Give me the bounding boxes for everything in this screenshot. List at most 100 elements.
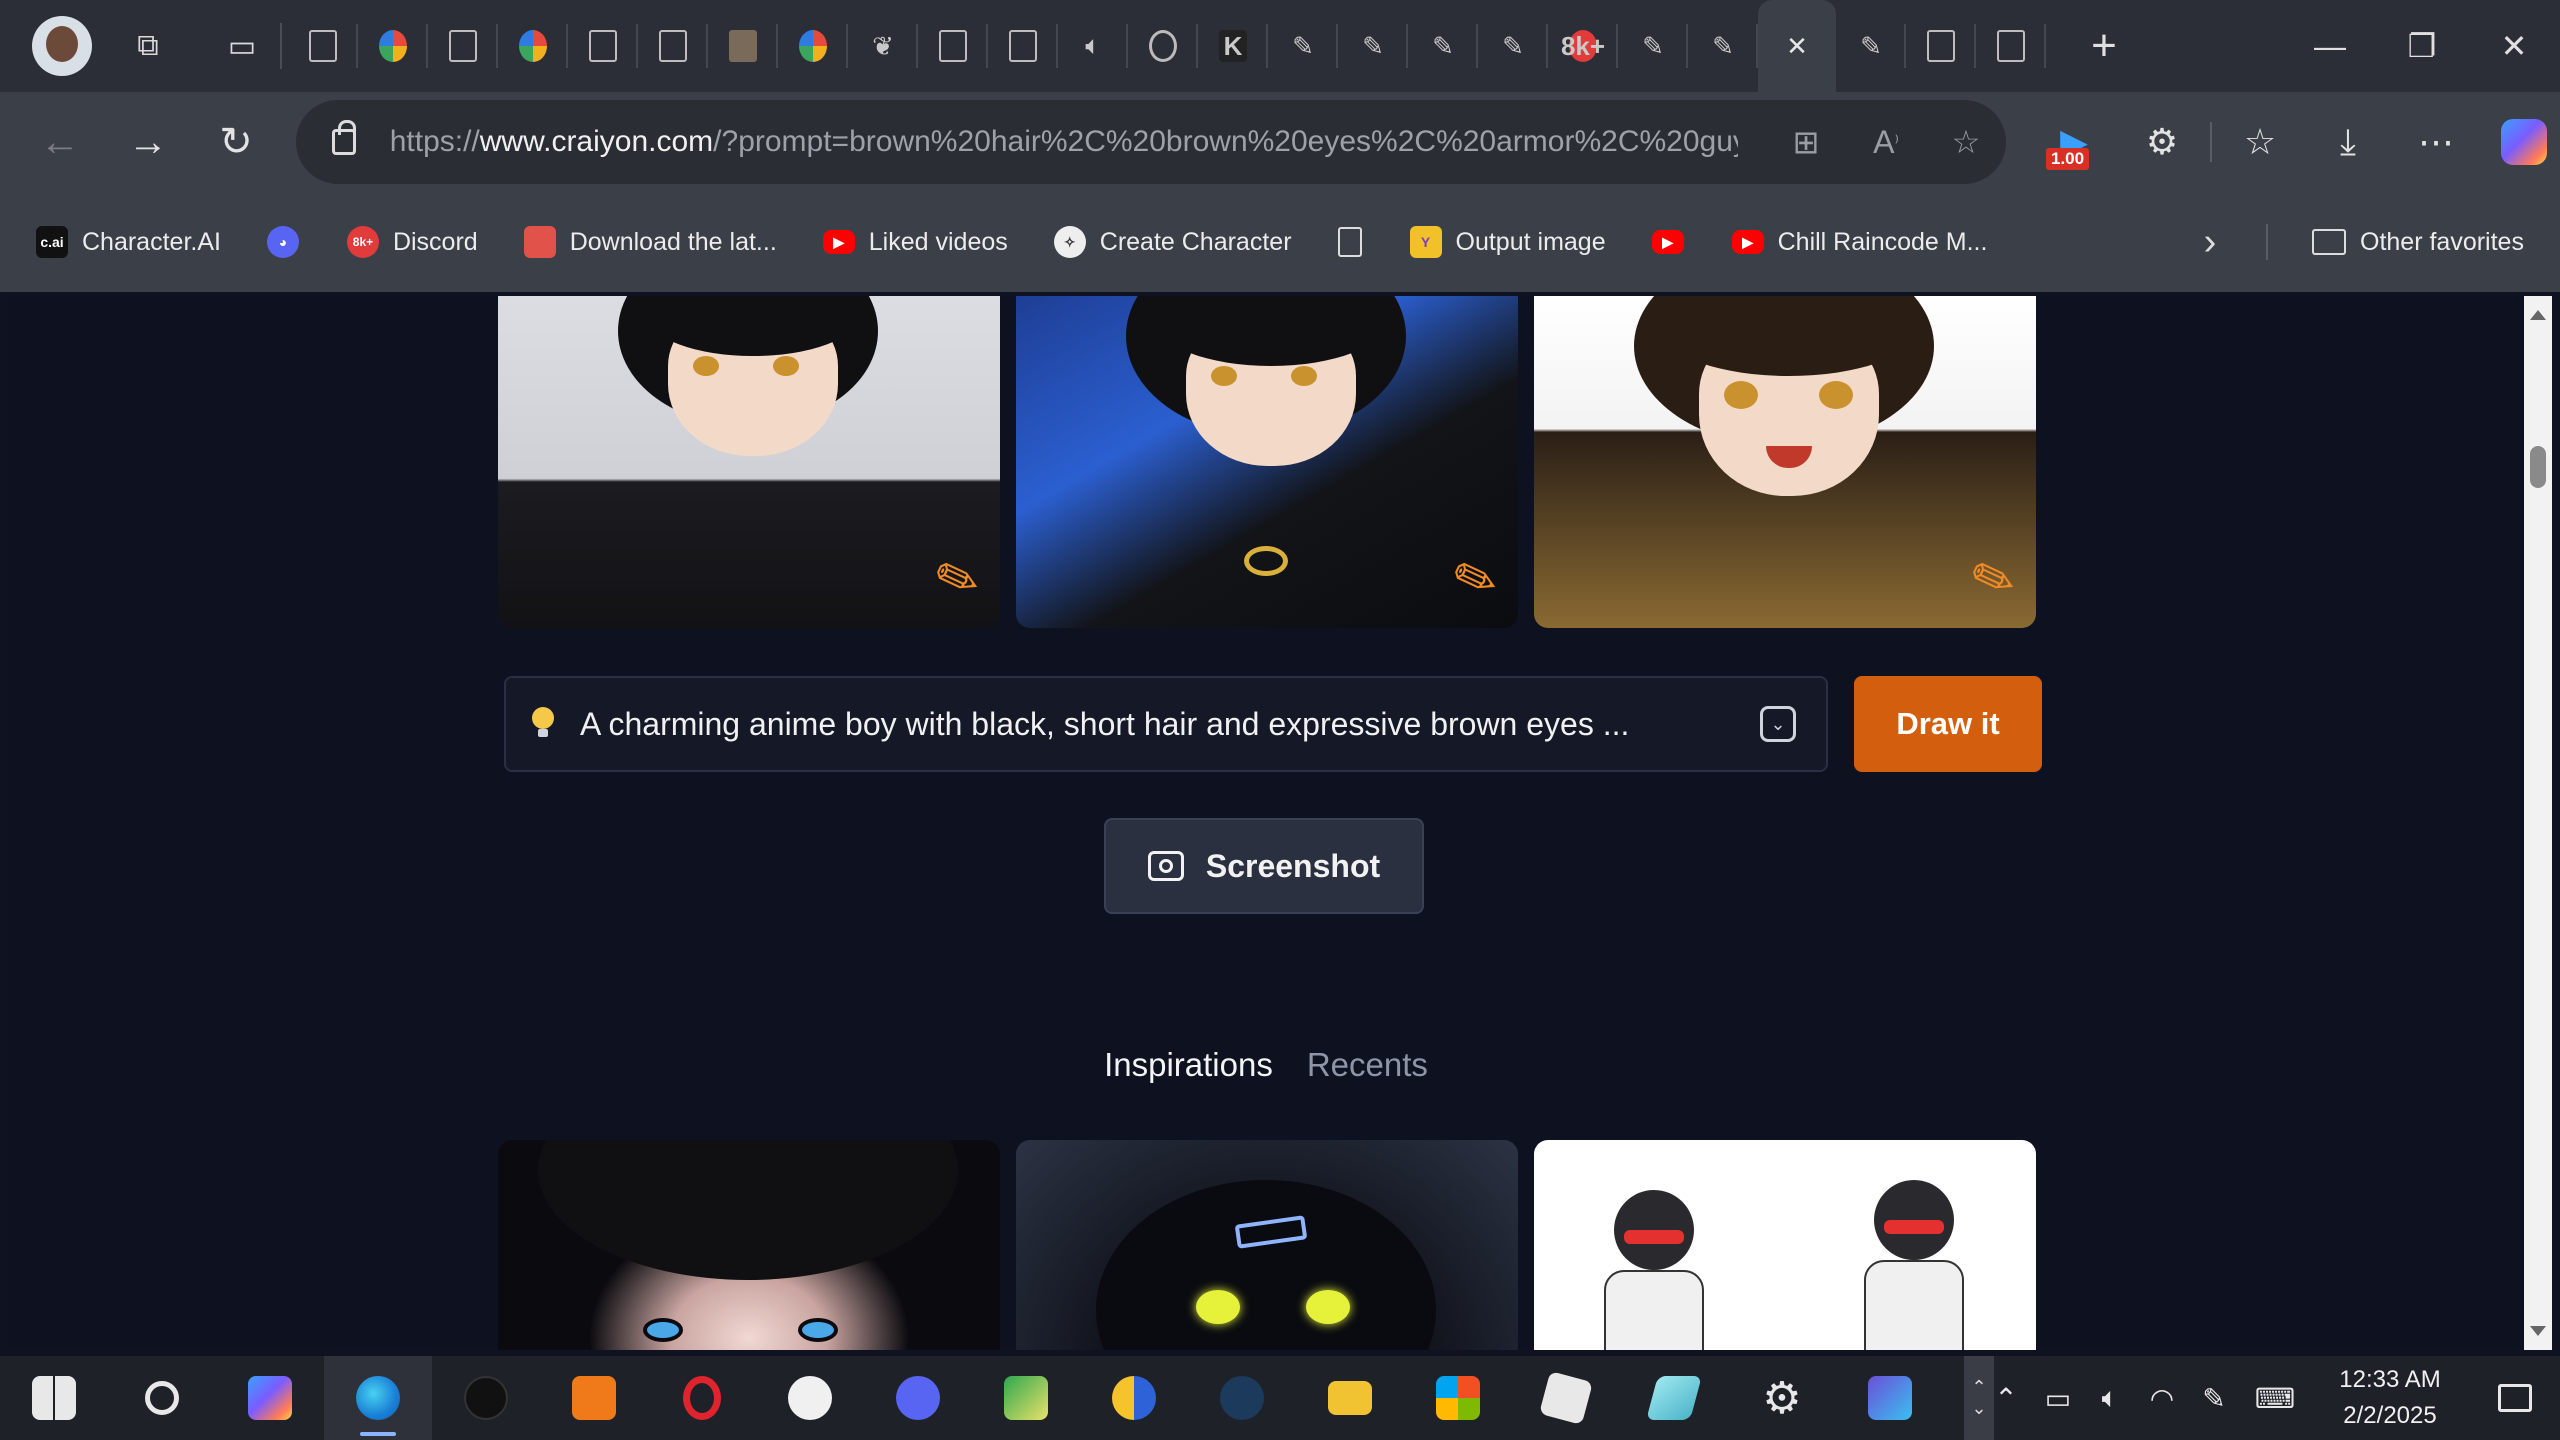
notifications-button[interactable]	[2470, 1356, 2560, 1440]
taskbar-app-glass[interactable]	[1620, 1356, 1728, 1440]
extension-speed-icon[interactable]: ▶ 1.00	[2030, 98, 2118, 186]
bookmark-item[interactable]: ▶	[1651, 212, 1698, 272]
browser-tab[interactable]	[778, 0, 848, 92]
profile-avatar[interactable]	[32, 16, 92, 76]
browser-tab[interactable]	[498, 0, 568, 92]
draw-it-button[interactable]: Draw it	[1854, 676, 2042, 772]
edit-pencil-icon[interactable]: ✎	[1963, 544, 2025, 615]
tab-recents[interactable]: Recents	[1307, 1046, 1428, 1084]
inspiration-image-3[interactable]	[1534, 1140, 2036, 1350]
browser-tab[interactable]: ✎	[1268, 0, 1338, 92]
restore-button[interactable]: ❐	[2376, 0, 2468, 92]
browser-tab[interactable]	[568, 0, 638, 92]
browser-tab[interactable]: K	[1198, 0, 1268, 92]
url-text[interactable]: https://www.craiyon.com/?prompt=brown%20…	[390, 125, 1738, 159]
browser-tab[interactable]	[988, 0, 1058, 92]
taskbar-search[interactable]	[108, 1356, 216, 1440]
taskbar-tiktok[interactable]	[432, 1356, 540, 1440]
battery-icon[interactable]: ▭	[2032, 1356, 2084, 1440]
generated-image-1[interactable]: ✎	[498, 296, 1000, 628]
scroll-down-arrow-icon[interactable]	[2530, 1326, 2546, 1336]
refresh-button[interactable]: ↻	[192, 98, 280, 186]
browser-tab[interactable]: 🔈︎	[1058, 0, 1128, 92]
browser-tab[interactable]: ✎	[1688, 0, 1758, 92]
prompt-text[interactable]: A charming anime boy with black, short h…	[580, 706, 1760, 743]
browser-tab[interactable]: ✎	[1408, 0, 1478, 92]
prompt-input[interactable]: A charming anime boy with black, short h…	[504, 676, 1828, 772]
taskbar-store[interactable]	[1404, 1356, 1512, 1440]
inspiration-image-1[interactable]	[498, 1140, 1000, 1350]
close-window-button[interactable]: ✕	[2468, 0, 2560, 92]
bookmark-item[interactable]: ◕	[266, 212, 313, 272]
bookmark-item[interactable]: Y Output image	[1409, 212, 1606, 272]
generated-image-3[interactable]: ✎	[1534, 296, 2036, 628]
browser-tab[interactable]	[1976, 0, 2046, 92]
show-hidden-icons-chevron-icon[interactable]: ⌃	[1980, 1356, 2032, 1440]
bookmarks-overflow-chevron-icon[interactable]: ›	[2180, 212, 2240, 272]
favorites-icon[interactable]: ☆	[2216, 98, 2304, 186]
downloads-icon[interactable]: ⤓	[2304, 98, 2392, 186]
taskbar-settings[interactable]: ⚙	[1728, 1356, 1836, 1440]
taskbar-edge[interactable]	[324, 1356, 432, 1440]
scroll-up-arrow-icon[interactable]	[2530, 310, 2546, 320]
start-button[interactable]	[0, 1356, 108, 1440]
tab-active[interactable]: ✕	[1758, 0, 1836, 92]
extensions-icon[interactable]: ⚙	[2118, 98, 2206, 186]
browser-tab[interactable]	[918, 0, 988, 92]
taskbar-roblox[interactable]	[1512, 1356, 1620, 1440]
back-button[interactable]: ←	[16, 98, 104, 186]
favorite-star-icon[interactable]: ☆	[1926, 112, 2006, 172]
lock-icon[interactable]	[332, 120, 356, 155]
taskbar-file-explorer[interactable]	[1296, 1356, 1404, 1440]
browser-tab[interactable]: ✎	[1836, 0, 1906, 92]
close-icon[interactable]: ✕	[1783, 30, 1811, 62]
clock[interactable]: 12:33 AM 2/2/2025	[2310, 1362, 2470, 1434]
scrollbar-thumb[interactable]	[2530, 446, 2546, 488]
browser-tab[interactable]	[288, 0, 358, 92]
taskbar-app-fan[interactable]	[1080, 1356, 1188, 1440]
browser-tab[interactable]: ✎	[1338, 0, 1408, 92]
vertical-tabs-icon[interactable]: ▭	[210, 14, 274, 78]
taskbar-snipping-tool[interactable]	[756, 1356, 864, 1440]
edit-pencil-icon[interactable]: ✎	[927, 544, 989, 615]
keyboard-icon[interactable]: ⌨	[2240, 1356, 2310, 1440]
taskbar-copilot[interactable]	[216, 1356, 324, 1440]
bookmark-item[interactable]: c.ai Character.AI	[36, 212, 221, 272]
browser-tab[interactable]: ✎	[1618, 0, 1688, 92]
taskbar-app-avatar[interactable]	[1836, 1356, 1944, 1440]
bookmark-item[interactable]	[1337, 212, 1376, 272]
forward-button[interactable]: →	[104, 98, 192, 186]
browser-tab[interactable]	[358, 0, 428, 92]
address-bar[interactable]: https://www.craiyon.com/?prompt=brown%20…	[296, 100, 2006, 184]
browser-tab[interactable]: ❦	[848, 0, 918, 92]
taskbar-discord[interactable]	[864, 1356, 972, 1440]
volume-icon[interactable]: 🔈︎	[2084, 1356, 2136, 1440]
browser-tab[interactable]	[428, 0, 498, 92]
chevron-down-icon[interactable]: ⌄	[1760, 706, 1796, 742]
taskbar-touch-app[interactable]	[540, 1356, 648, 1440]
app-available-icon[interactable]: ⊞	[1766, 112, 1846, 172]
read-aloud-icon[interactable]: A ⁾	[1846, 112, 1926, 172]
browser-tab[interactable]	[638, 0, 708, 92]
other-favorites[interactable]: Other favorites	[2312, 212, 2524, 272]
bookmark-item[interactable]: ▶ Chill Raincode M...	[1731, 212, 1987, 272]
workspaces-icon[interactable]: ⧉	[116, 14, 180, 78]
minimize-button[interactable]: —	[2284, 0, 2376, 92]
inspiration-image-2[interactable]	[1016, 1140, 1518, 1350]
bookmark-item[interactable]: ▶ Liked videos	[822, 212, 1008, 272]
taskbar-opera[interactable]	[648, 1356, 756, 1440]
generated-image-2[interactable]: ✎	[1016, 296, 1518, 628]
copilot-button[interactable]	[2480, 98, 2560, 186]
bookmark-item[interactable]: Download the lat...	[523, 212, 777, 272]
browser-tab[interactable]: ✎	[1478, 0, 1548, 92]
bookmark-item[interactable]: 8k+ Discord	[346, 212, 478, 272]
taskbar-steam[interactable]	[1188, 1356, 1296, 1440]
more-menu-icon[interactable]: ⋯	[2392, 98, 2480, 186]
edit-pencil-icon[interactable]: ✎	[1445, 544, 1507, 615]
browser-tab[interactable]	[708, 0, 778, 92]
tab-inspirations[interactable]: Inspirations	[1104, 1046, 1273, 1084]
taskbar-paint[interactable]	[972, 1356, 1080, 1440]
new-tab-button[interactable]: +	[2064, 0, 2144, 92]
page-scrollbar[interactable]	[2524, 296, 2552, 1350]
browser-tab[interactable]: 8k+	[1548, 0, 1618, 92]
